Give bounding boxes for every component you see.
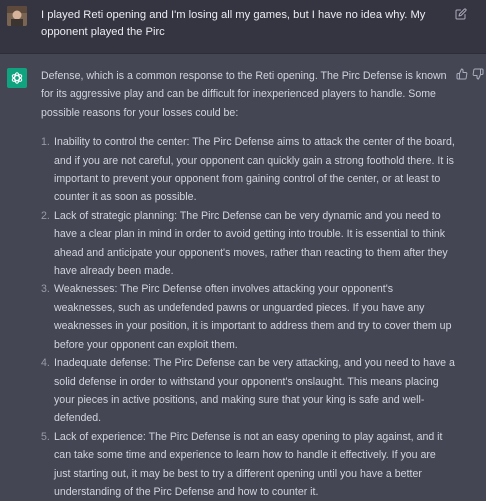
user-message-row: I played Reti opening and I'm losing all…	[0, 0, 486, 54]
edit-icon[interactable]	[455, 8, 467, 20]
list-item-number: 5.	[41, 430, 50, 443]
list-item-number: 3.	[41, 283, 50, 296]
thumbs-down-icon[interactable]	[472, 68, 484, 80]
list-item-number: 1.	[41, 136, 50, 149]
list-item-text: Lack of experience: The Pirc Defense is …	[54, 430, 443, 498]
user-avatar	[7, 6, 27, 26]
list-item: 5. Lack of experience: The Pirc Defense …	[41, 428, 455, 501]
assistant-message-text: Defense, which is a common response to t…	[41, 67, 455, 501]
thumbs-up-icon[interactable]	[456, 68, 468, 80]
assistant-message-row: Defense, which is a common response to t…	[0, 54, 486, 498]
list-item: 1. Inability to control the center: The …	[41, 133, 455, 207]
openai-logo-icon	[11, 72, 23, 84]
list-item-text: Lack of strategic planning: The Pirc Def…	[54, 209, 448, 278]
list-item-number: 2.	[41, 209, 50, 222]
assistant-intro: Defense, which is a common response to t…	[41, 70, 447, 119]
list-item-text: Inadequate defense: The Pirc Defense can…	[54, 357, 455, 425]
list-item-text: Weaknesses: The Pirc Defense often invol…	[54, 283, 452, 351]
list-item-text: Inability to control the center: The Pir…	[54, 136, 455, 204]
list-item-number: 4.	[41, 357, 50, 370]
list-item: 2. Lack of strategic planning: The Pirc …	[41, 207, 455, 281]
reasons-list: 1. Inability to control the center: The …	[41, 133, 455, 501]
assistant-avatar	[7, 68, 27, 88]
list-item: 3. Weaknesses: The Pirc Defense often in…	[41, 280, 455, 354]
user-avatar-photo	[7, 6, 27, 26]
user-message-text: I played Reti opening and I'm losing all…	[41, 9, 426, 38]
list-item: 4. Inadequate defense: The Pirc Defense …	[41, 354, 455, 428]
